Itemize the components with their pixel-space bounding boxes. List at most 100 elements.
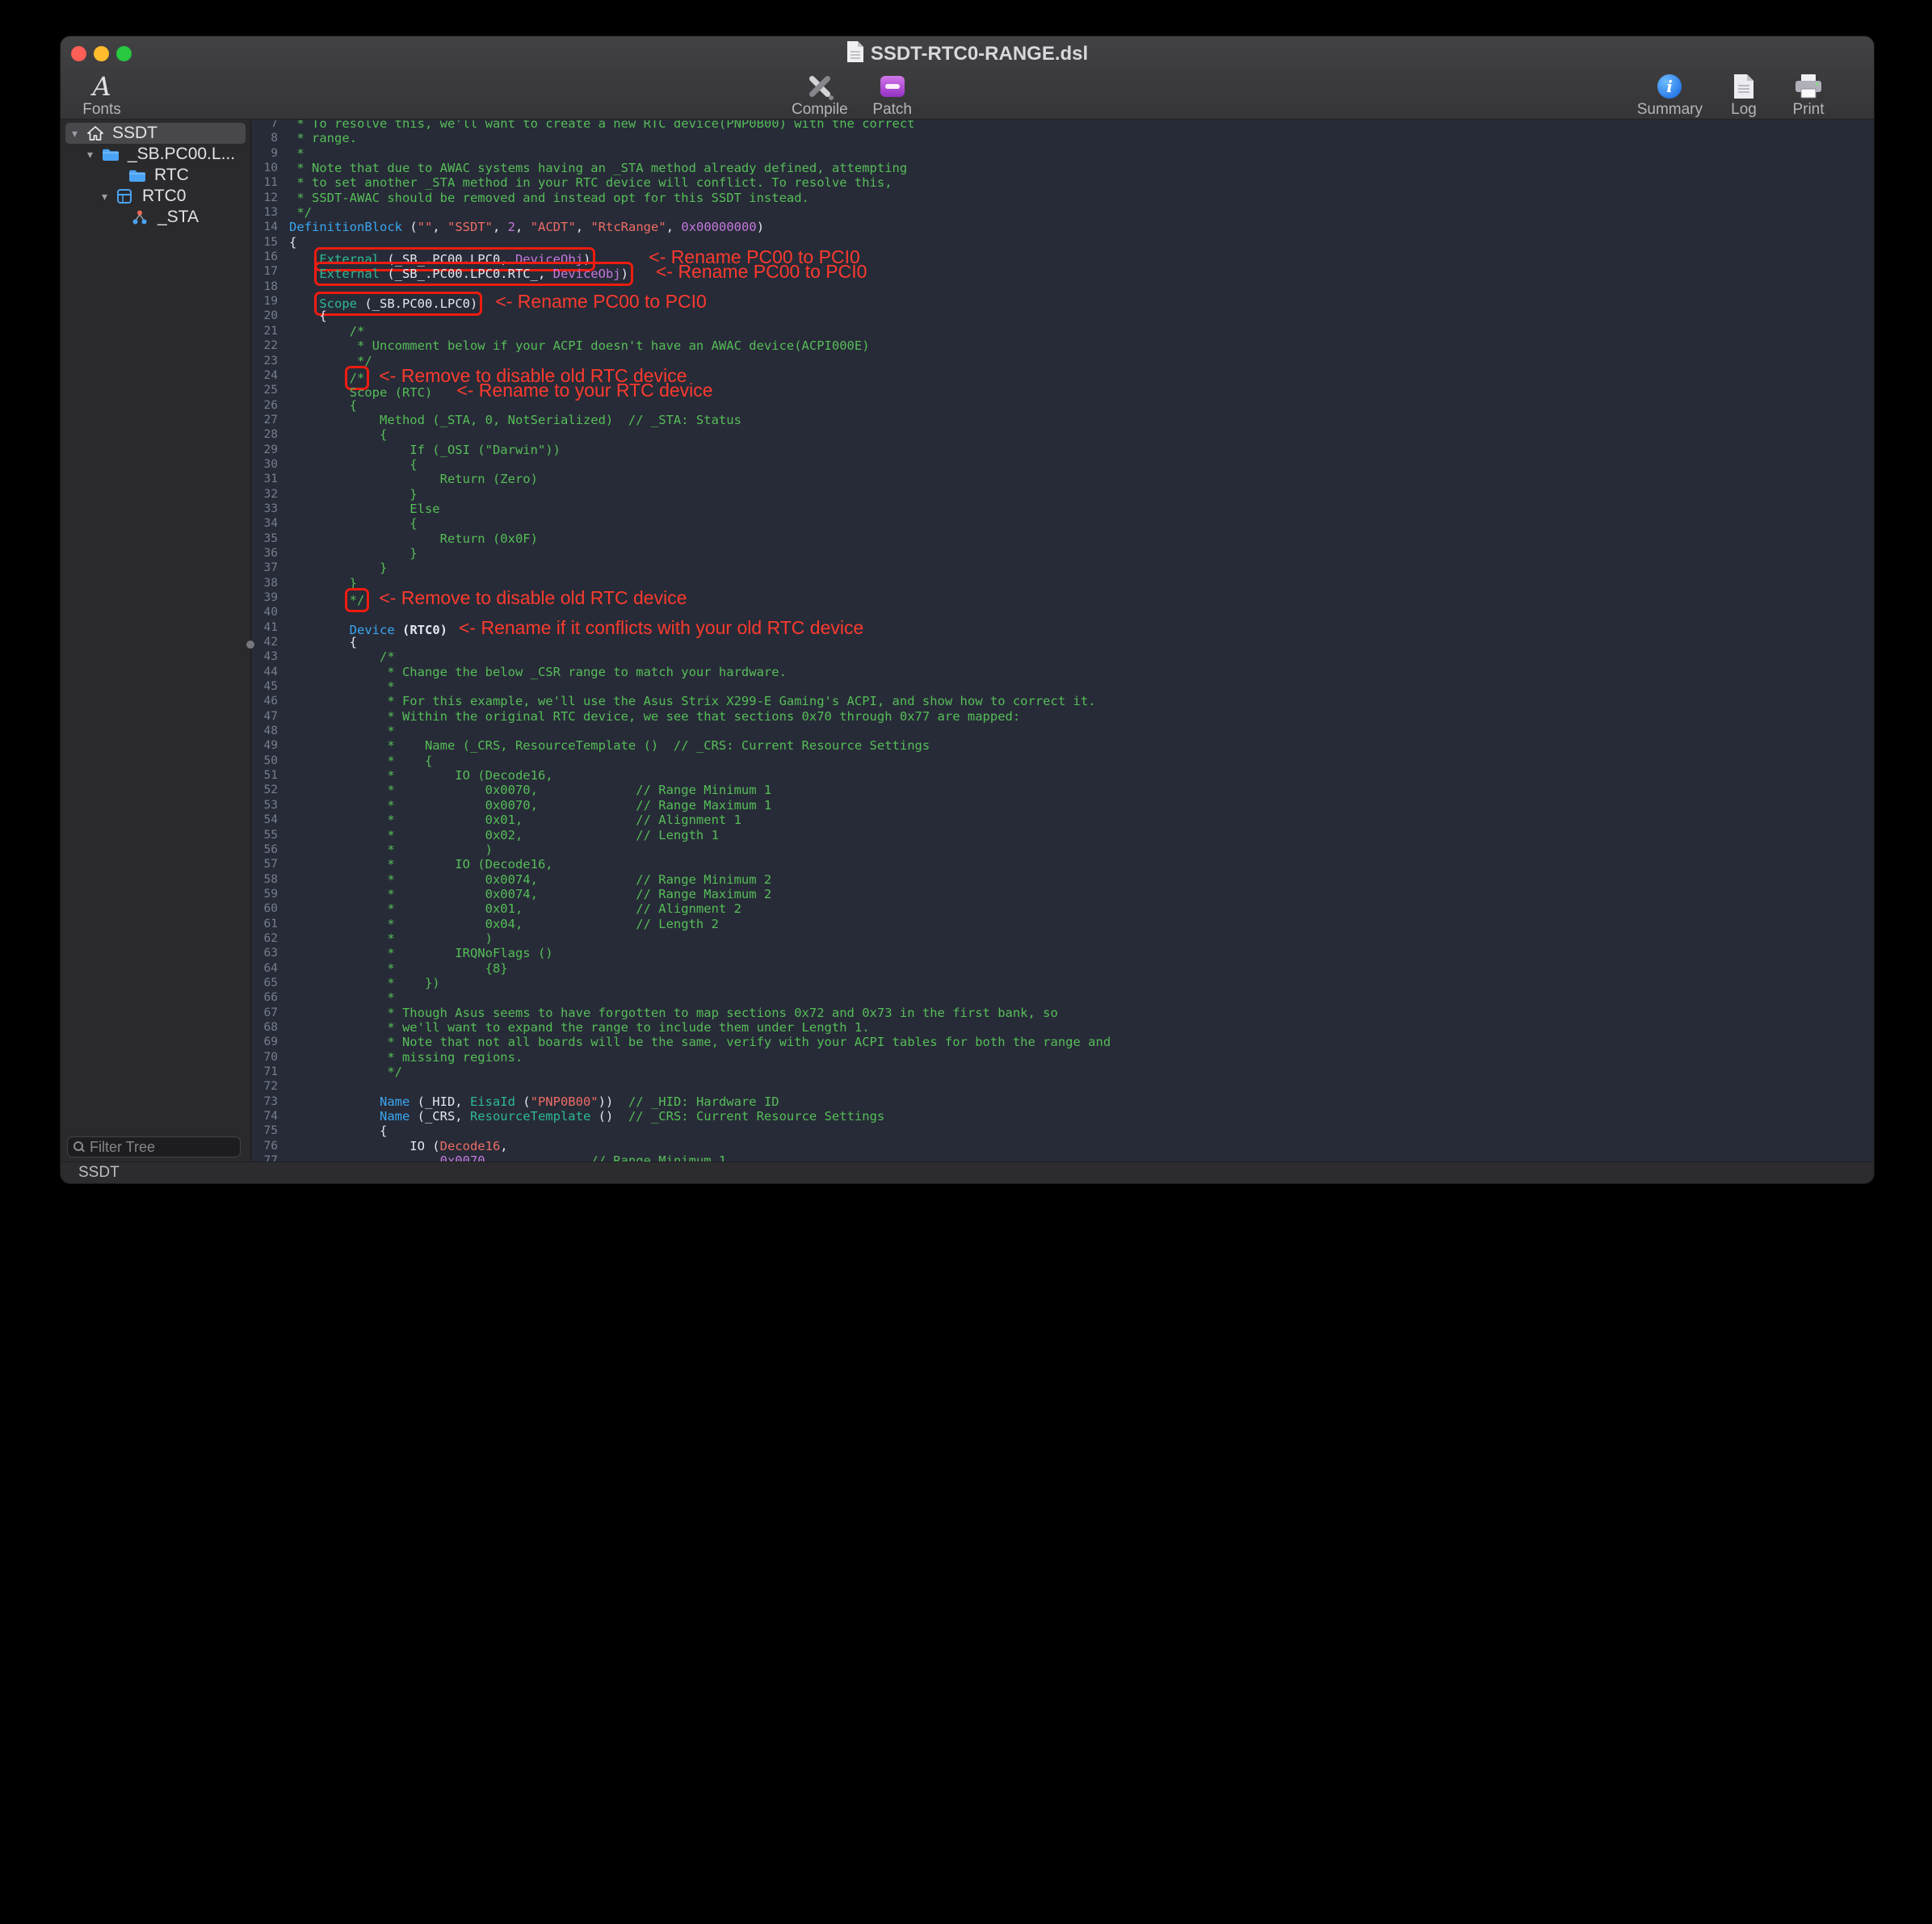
code-line: 35 Return (0x0F) [251, 531, 1874, 546]
code-text: } [285, 561, 387, 575]
code-line: 17 External (_SB_.PC00.LPC0.RTC_, Device… [251, 264, 1874, 279]
chevron-down-icon[interactable]: ▾ [87, 148, 102, 162]
code-line: 62 * ) [251, 931, 1874, 946]
home-icon [86, 125, 107, 141]
sidebar-item-sbpc00l[interactable]: ▾_SB.PC00.L... [65, 144, 246, 165]
code-line: 25 Scope (RTC)<- Rename to your RTC devi… [251, 383, 1874, 397]
close-button[interactable] [71, 46, 86, 61]
code-text: */ [285, 205, 312, 220]
annotation-box: */ [350, 593, 365, 607]
code-text: Else [285, 502, 440, 516]
line-number: 20 [251, 309, 285, 323]
code-lines: 7 * To resolve this, we'll want to creat… [251, 120, 1874, 1162]
summary-icon: i [1657, 73, 1682, 100]
code-line: 8 * range. [251, 131, 1874, 145]
traffic-lights [71, 46, 132, 61]
line-number: 69 [251, 1035, 285, 1049]
filter-tree-field[interactable] [67, 1136, 241, 1157]
code-line: 68 * we'll want to expand the range to i… [251, 1020, 1874, 1035]
code-line: 73 Name (_HID, EisaId ("PNP0B00")) // _H… [251, 1094, 1874, 1109]
code-text: { [285, 235, 296, 250]
line-number: 70 [251, 1050, 285, 1065]
code-line: 21 /* [251, 324, 1874, 338]
line-number: 48 [251, 724, 285, 738]
code-line: 74 Name (_CRS, ResourceTemplate () // _C… [251, 1109, 1874, 1124]
code-text: Name (_HID, EisaId ("PNP0B00")) // _HID:… [285, 1094, 779, 1109]
line-number: 14 [251, 220, 285, 234]
code-text: Return (0x0F) [285, 531, 538, 546]
line-number: 41 [251, 620, 285, 635]
window-title-group: SSDT-RTC0-RANGE.dsl [846, 40, 1088, 67]
line-number: 57 [251, 857, 285, 872]
code-text: * [285, 679, 395, 694]
code-line: 70 * missing regions. [251, 1050, 1874, 1065]
maciasl-window: SSDT-RTC0-RANGE.dsl AFonts CompilePatch … [61, 36, 1874, 1183]
code-text: Scope (_SB.PC00.LPC0)<- Rename PC00 to P… [285, 294, 707, 309]
code-line: 39 */<- Remove to disable old RTC device [251, 590, 1874, 605]
code-text: Method (_STA, 0, NotSerialized) // _STA:… [285, 413, 741, 427]
compile-button[interactable]: Compile [792, 73, 848, 119]
line-number: 25 [251, 383, 285, 397]
code-line: 29 If (_OSI ("Darwin")) [251, 443, 1874, 457]
toolbar-label: Compile [792, 101, 848, 119]
fonts-icon: A [92, 73, 111, 100]
toolbar-label: Summary [1637, 101, 1703, 119]
sidebar-item-ssdt[interactable]: ▾SSDT [65, 123, 246, 144]
line-number: 33 [251, 502, 285, 516]
filter-tree-input[interactable] [90, 1139, 234, 1156]
code-text: */ [285, 354, 372, 368]
line-number: 24 [251, 368, 285, 383]
code-line: 46 * For this example, we'll use the Asu… [251, 694, 1874, 708]
sidebar-item-rtc0[interactable]: ▾RTC0 [65, 186, 246, 207]
sidebar-item-rtc[interactable]: RTC [65, 165, 246, 186]
summary-button[interactable]: i Summary [1637, 73, 1703, 119]
code-text: * IO (Decode16, [285, 857, 553, 872]
window-content: ▾SSDT▾_SB.PC00.L...RTC▾RTC0_STA 7 * To r… [61, 120, 1874, 1162]
line-number: 38 [251, 576, 285, 590]
code-text: * [285, 724, 395, 738]
code-line: 30 { [251, 457, 1874, 472]
svg-text:i: i [1667, 77, 1674, 96]
log-button[interactable]: Log [1720, 73, 1767, 119]
code-line: 69 * Note that not all boards will be th… [251, 1035, 1874, 1049]
line-number: 32 [251, 487, 285, 502]
line-number: 50 [251, 754, 285, 768]
line-number: 12 [251, 191, 285, 205]
print-button[interactable]: Print [1785, 73, 1832, 119]
line-number: 46 [251, 694, 285, 708]
fonts-button[interactable]: AFonts [78, 73, 125, 119]
code-text: { [285, 398, 357, 413]
code-text [285, 605, 289, 620]
line-number: 44 [251, 665, 285, 679]
sidebar-item-sta[interactable]: _STA [65, 207, 246, 228]
line-number: 23 [251, 354, 285, 368]
pane-divider[interactable] [250, 120, 251, 1162]
code-text: * Though Asus seems to have forgotten to… [285, 1006, 1058, 1020]
line-number: 13 [251, 205, 285, 220]
minimize-button[interactable] [94, 46, 109, 61]
code-text: 0x0070, // Range Minimum 1 [285, 1153, 726, 1162]
code-text: { [285, 309, 327, 323]
line-number: 55 [251, 828, 285, 842]
search-icon [74, 1141, 85, 1153]
code-line: 49 * Name (_CRS, ResourceTemplate () // … [251, 738, 1874, 753]
chevron-down-icon[interactable]: ▾ [72, 127, 86, 141]
zoom-button[interactable] [116, 46, 132, 61]
code-text: * Note that due to AWAC systems having a… [285, 161, 907, 175]
code-editor[interactable]: 7 * To resolve this, we'll want to creat… [251, 120, 1874, 1162]
code-line: 72 [251, 1079, 1874, 1094]
code-line: 75 { [251, 1124, 1874, 1138]
code-text: * To resolve this, we'll want to create … [285, 120, 915, 131]
code-text: * Name (_CRS, ResourceTemplate () // _CR… [285, 738, 930, 753]
code-text: * range. [285, 131, 357, 145]
code-text: * 0x01, // Alignment 2 [285, 901, 741, 916]
patch-button[interactable]: Patch [869, 73, 916, 119]
code-text: * SSDT-AWAC should be removed and instea… [285, 191, 809, 205]
code-text: { [285, 427, 387, 442]
line-number: 36 [251, 546, 285, 561]
toolbar-label: Fonts [82, 101, 121, 119]
splitter-handle[interactable] [246, 641, 254, 649]
line-number: 45 [251, 679, 285, 694]
chevron-down-icon[interactable]: ▾ [102, 190, 116, 204]
code-text: * 0x0074, // Range Minimum 2 [285, 872, 771, 887]
